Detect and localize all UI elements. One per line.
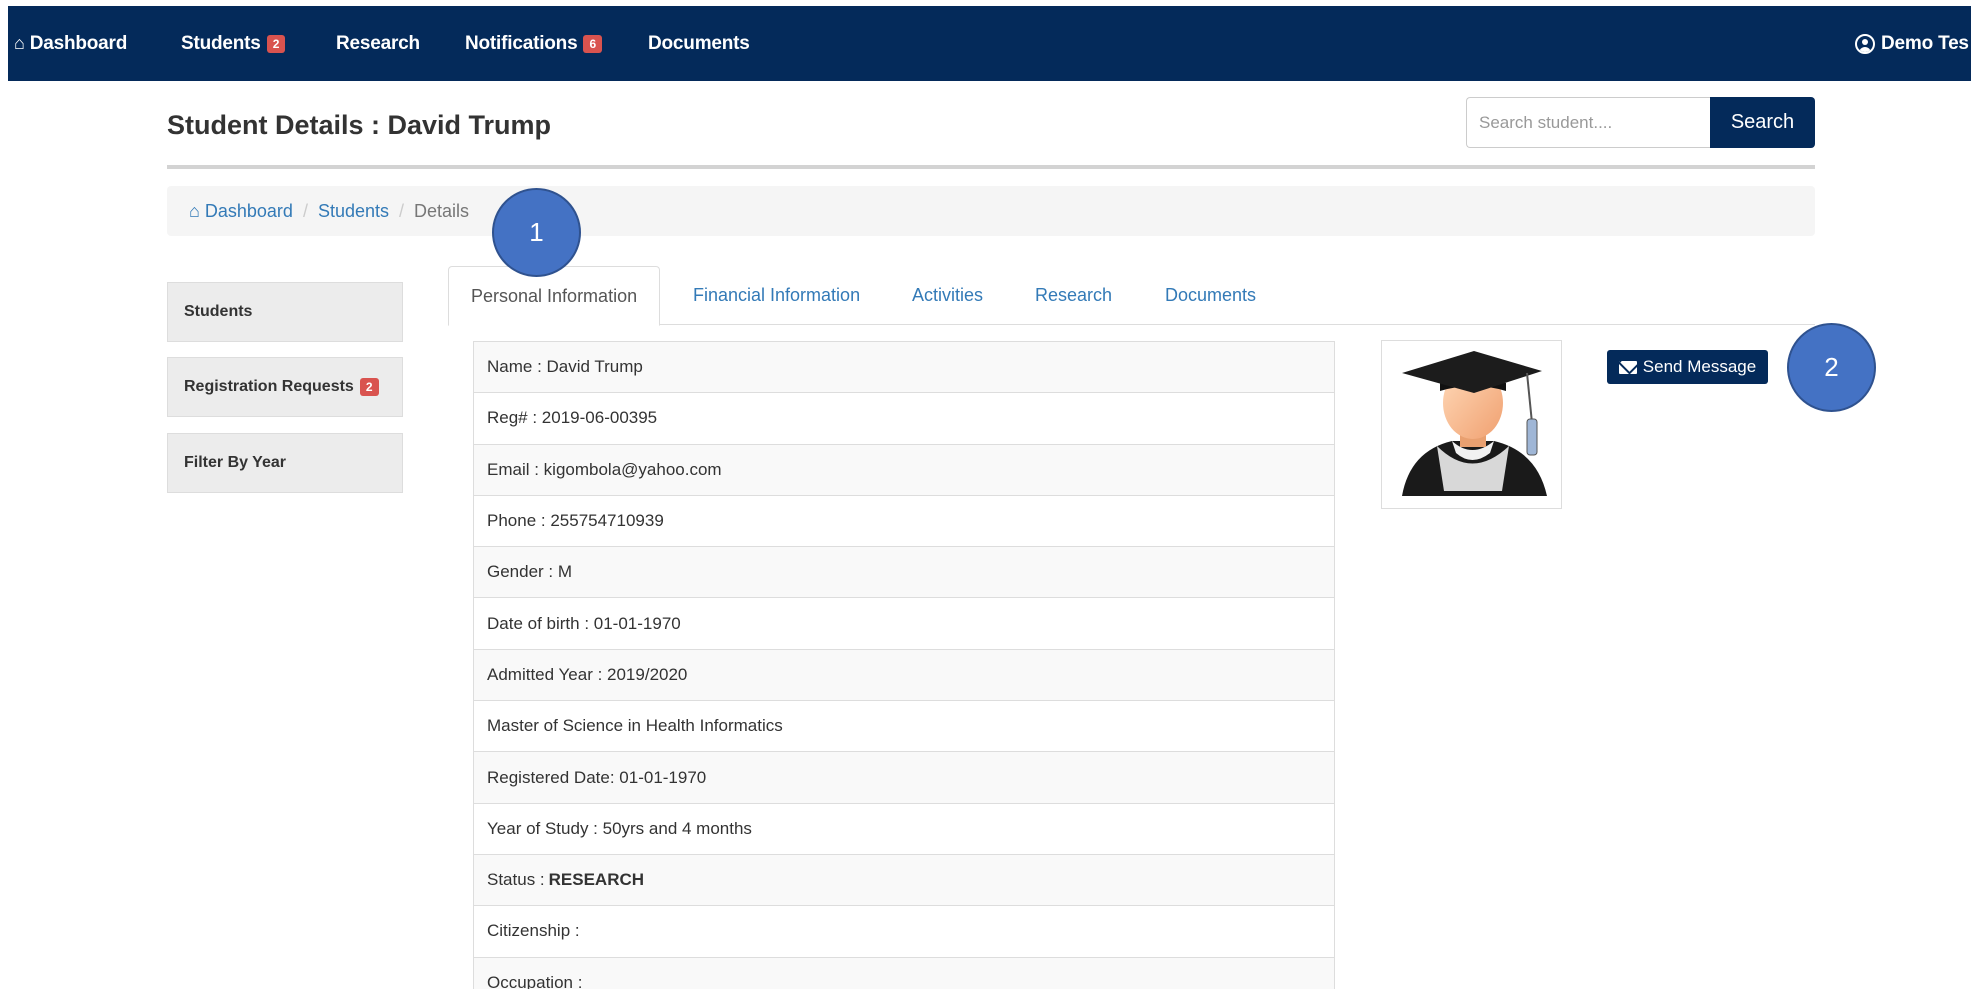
sidebar-item-filter-by-year[interactable]: Filter By Year: [167, 433, 403, 493]
students-count-badge: 2: [266, 34, 286, 53]
info-program: Master of Science in Health Informatics: [474, 701, 1334, 753]
info-occupation: Occupation :: [474, 957, 1334, 989]
tab-financial-information[interactable]: Financial Information: [693, 266, 860, 325]
tab-activities[interactable]: Activities: [912, 266, 983, 325]
nav-user-label: Demo Tes: [1881, 32, 1969, 54]
tab-bar: Personal Information Financial Informati…: [448, 266, 1815, 326]
page: ⌂ Dashboard Students 2 Research Notifica…: [0, 0, 1971, 989]
nav-research[interactable]: Research: [336, 6, 420, 81]
nav-students-label: Students: [181, 32, 261, 54]
sidebar-item-registration-requests[interactable]: Registration Requests 2: [167, 357, 403, 417]
tab-personal-information[interactable]: Personal Information: [448, 266, 661, 326]
title-divider: [167, 165, 1815, 169]
nav-notifications[interactable]: Notifications 6: [465, 6, 602, 81]
student-avatar: [1381, 340, 1562, 509]
nav-research-label: Research: [336, 32, 420, 54]
info-year-of-study: Year of Study : 50yrs and 4 months: [474, 804, 1334, 855]
top-navbar: ⌂ Dashboard Students 2 Research Notifica…: [8, 6, 1971, 81]
sidebar-item-label: Filter By Year: [184, 454, 286, 471]
annotation-callout-1: 1: [492, 188, 581, 277]
breadcrumb-current: Details: [414, 200, 470, 221]
nav-notifications-label: Notifications: [465, 32, 578, 54]
home-icon: ⌂: [189, 200, 205, 221]
personal-info-table: Name : David Trump Reg# : 2019-06-00395 …: [473, 341, 1335, 989]
info-name: Name : David Trump: [474, 342, 1334, 394]
info-phone: Phone : 255754710939: [474, 496, 1334, 548]
sidebar-item-label: Students: [184, 303, 253, 320]
tab-research[interactable]: Research: [1035, 266, 1112, 325]
nav-students[interactable]: Students 2: [181, 6, 286, 81]
send-message-button[interactable]: Send Message: [1607, 350, 1768, 384]
info-status: Status : RESEARCH: [474, 854, 1334, 907]
nav-dashboard[interactable]: ⌂ Dashboard: [14, 6, 127, 81]
search-form: Search: [1466, 97, 1815, 148]
sidebar-item-students[interactable]: Students: [167, 282, 403, 342]
nav-documents-label: Documents: [648, 32, 750, 54]
home-icon: ⌂: [14, 33, 25, 53]
sidebar-item-label: Registration Requests: [184, 378, 354, 395]
breadcrumb-separator: /: [302, 200, 308, 221]
graduate-avatar-icon: [1402, 351, 1547, 496]
info-gender: Gender : M: [474, 547, 1334, 599]
nav-user-menu[interactable]: Demo Tes: [1855, 6, 1969, 81]
registration-count-badge: 2: [359, 378, 379, 396]
annotation-callout-2: 2: [1787, 323, 1876, 412]
info-date-of-birth: Date of birth : 01-01-1970: [474, 598, 1334, 650]
info-email: Email : kigombola@yahoo.com: [474, 444, 1334, 496]
breadcrumb: ⌂ Dashboard / Students / Details: [167, 186, 1815, 236]
page-title: Student Details : David Trump: [167, 110, 552, 140]
info-reg: Reg# : 2019-06-00395: [474, 393, 1334, 445]
info-status-label: Status :: [487, 870, 545, 890]
info-status-value: RESEARCH: [548, 870, 645, 890]
search-button[interactable]: Search: [1710, 97, 1815, 148]
nav-dashboard-label: Dashboard: [29, 32, 128, 54]
user-circle-icon: [1855, 33, 1875, 54]
breadcrumb-students[interactable]: Students: [318, 201, 389, 222]
info-admitted-year: Admitted Year : 2019/2020: [474, 649, 1334, 702]
search-input[interactable]: [1466, 97, 1710, 148]
info-citizenship: Citizenship :: [474, 906, 1334, 958]
nav-documents[interactable]: Documents: [648, 6, 750, 81]
tab-documents[interactable]: Documents: [1165, 266, 1256, 325]
info-registered-date: Registered Date: 01-01-1970: [474, 752, 1334, 804]
breadcrumb-dashboard[interactable]: ⌂ Dashboard: [189, 201, 293, 222]
breadcrumb-separator: /: [399, 200, 405, 221]
envelope-icon: [1618, 360, 1637, 374]
notifications-count-badge: 6: [583, 34, 602, 53]
breadcrumb-dashboard-label: Dashboard: [204, 200, 293, 221]
send-message-label: Send Message: [1642, 357, 1757, 376]
